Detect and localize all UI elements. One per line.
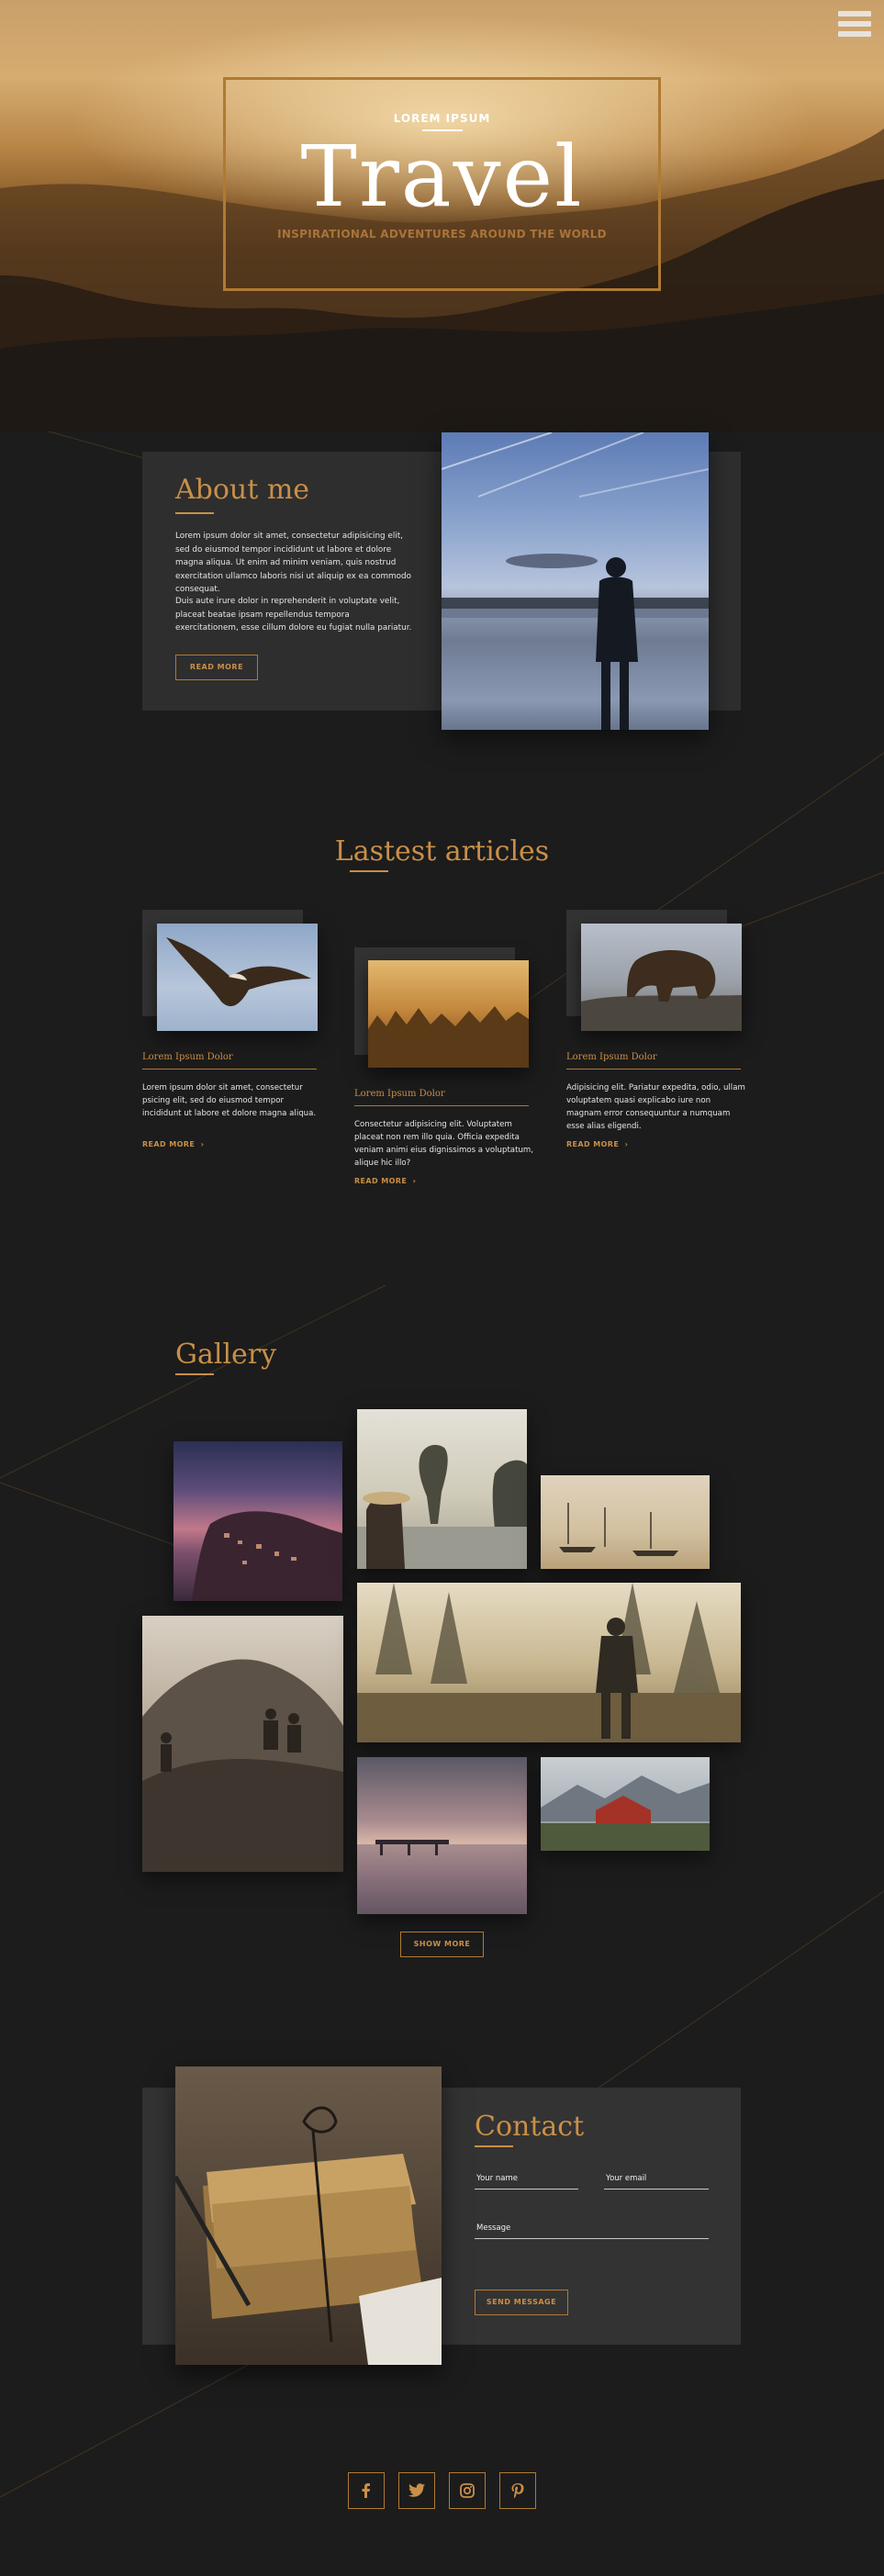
facebook-button[interactable] [348, 2472, 385, 2509]
instagram-icon [460, 2483, 475, 2498]
gallery-title: Gallery [175, 1338, 277, 1371]
article-read-more-link[interactable]: READ MORE › [142, 1140, 204, 1148]
articles-underline [350, 870, 388, 872]
about-title: About me [175, 474, 310, 506]
menu-button[interactable] [838, 11, 871, 42]
gallery-image-rock-island[interactable] [357, 1409, 527, 1569]
hero: LOREM IPSUM Travel INSPIRATIONAL ADVENTU… [0, 0, 884, 431]
article-image-forest[interactable] [368, 960, 529, 1068]
show-more-button[interactable]: SHOW MORE [400, 1932, 484, 1957]
hero-eyebrow: LOREM IPSUM [393, 112, 491, 125]
twitter-button[interactable] [398, 2472, 435, 2509]
gallery-underline [175, 1373, 214, 1375]
about-paragraph: Duis aute irure dolor in reprehenderit i… [175, 597, 412, 633]
gallery-image-pier[interactable] [357, 1757, 527, 1914]
email-field[interactable] [604, 2171, 709, 2190]
contact-title: Contact [475, 2111, 585, 2143]
article-title[interactable]: Lorem Ipsum Dolor [142, 1052, 233, 1062]
message-field[interactable] [475, 2221, 709, 2239]
contact-underline [475, 2145, 513, 2147]
facebook-icon [362, 2483, 370, 2498]
article-image-bear[interactable] [581, 924, 742, 1031]
article-excerpt: Consectetur adipisicing elit. Voluptatem… [354, 1120, 533, 1168]
instagram-button[interactable] [449, 2472, 486, 2509]
article-title[interactable]: Lorem Ipsum Dolor [566, 1052, 657, 1062]
chevron-right-icon: › [412, 1177, 417, 1185]
twitter-icon [408, 2483, 425, 2497]
hamburger-icon [838, 11, 871, 17]
hero-subtitle: INSPIRATIONAL ADVENTURES AROUND THE WORL… [277, 228, 607, 241]
articles-title: Lastest articles [334, 835, 550, 868]
article-read-more-link[interactable]: READ MORE › [566, 1140, 628, 1148]
article-image-eagle[interactable] [157, 924, 318, 1031]
name-field[interactable] [475, 2171, 578, 2190]
pinterest-button[interactable] [499, 2472, 536, 2509]
gallery-image-forest-hiker[interactable] [357, 1583, 741, 1742]
about-read-more-button[interactable]: READ MORE [175, 655, 258, 680]
chevron-right-icon: › [200, 1140, 205, 1148]
gallery-image-hikers[interactable] [142, 1616, 343, 1872]
article-read-more-link[interactable]: READ MORE › [354, 1177, 416, 1185]
gallery-image-boats[interactable] [541, 1475, 710, 1569]
about-underline [175, 512, 214, 514]
chevron-right-icon: › [624, 1140, 629, 1148]
article-excerpt: Lorem ipsum dolor sit amet, consectetur … [142, 1083, 317, 1118]
hero-title: Travel [300, 128, 584, 226]
about-photo [442, 432, 709, 730]
about-paragraph: Lorem ipsum dolor sit amet, consectetur … [175, 532, 411, 594]
send-message-button[interactable]: SEND MESSAGE [475, 2290, 568, 2315]
pinterest-icon [511, 2482, 524, 2498]
article-excerpt: Adipisicing elit. Pariatur expedita, odi… [566, 1083, 745, 1131]
gallery-image-coastal-village[interactable] [173, 1441, 342, 1601]
contact-photo [175, 2066, 442, 2365]
article-title[interactable]: Lorem Ipsum Dolor [354, 1089, 445, 1099]
gallery-image-red-barn[interactable] [541, 1757, 710, 1851]
